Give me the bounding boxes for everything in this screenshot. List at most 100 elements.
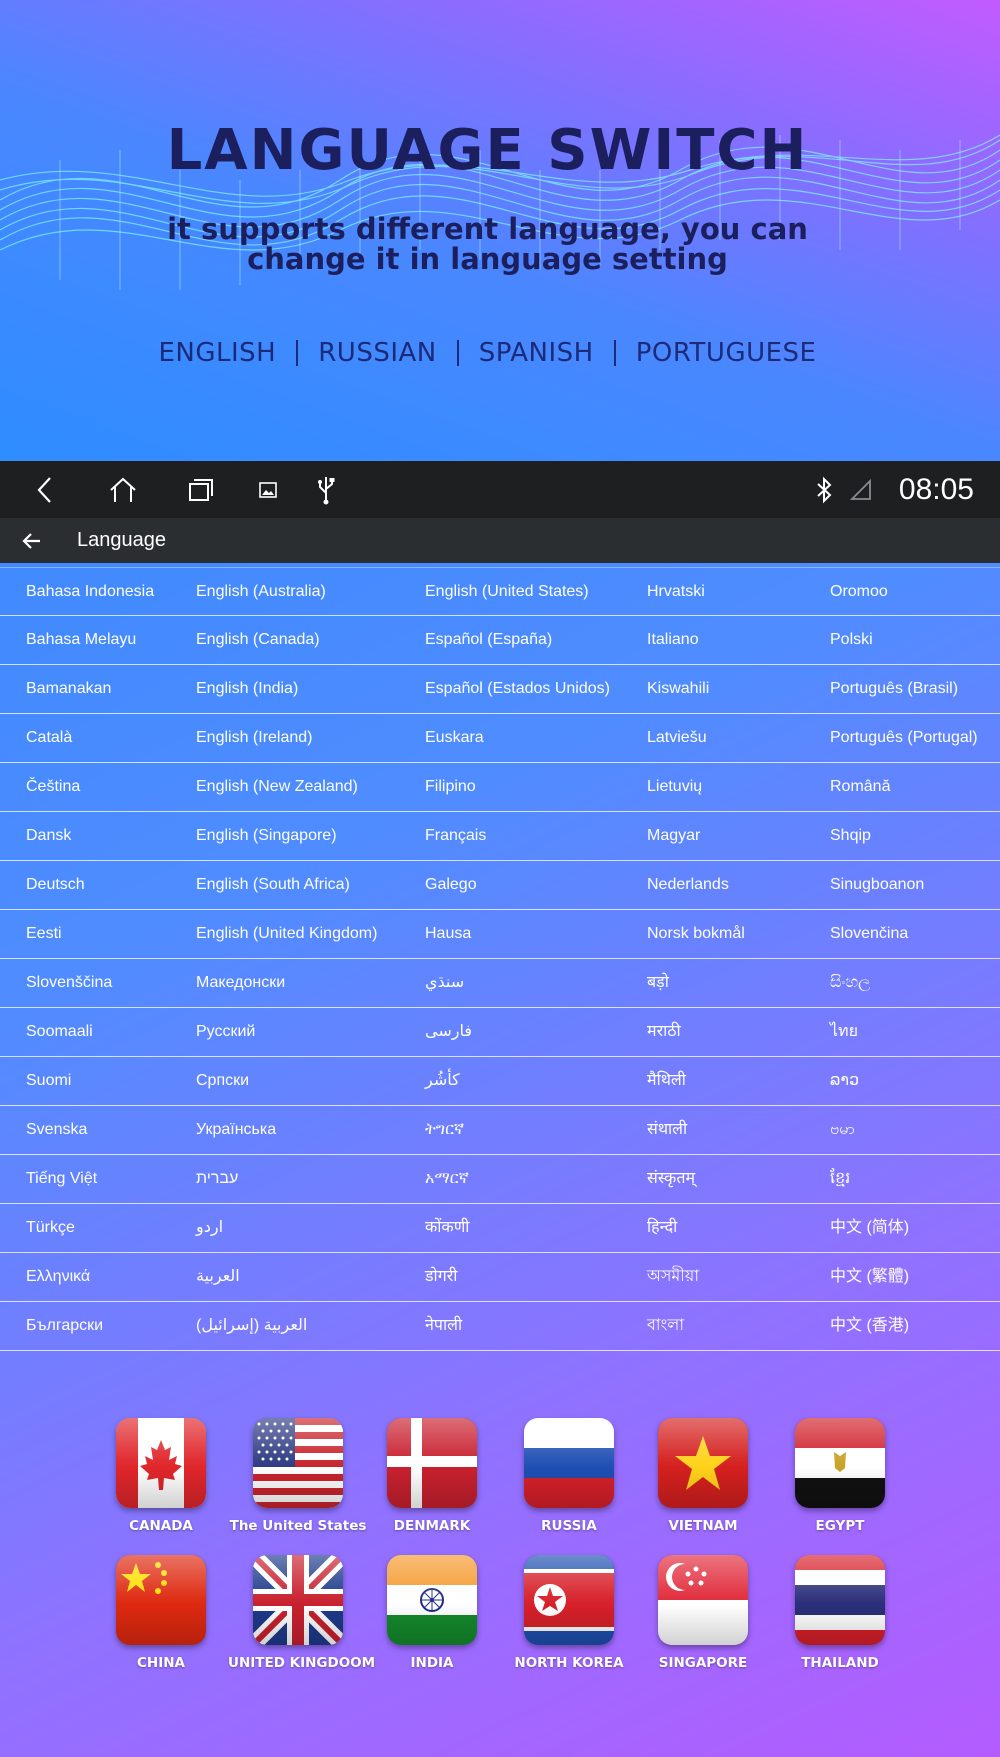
language-option[interactable]: Norsk bokmål — [647, 910, 745, 958]
language-option[interactable]: سنڌي — [425, 959, 464, 1007]
language-option[interactable]: Oromoo — [830, 568, 888, 616]
language-option[interactable]: हिन्दी — [647, 1204, 677, 1252]
flag-item-thailand: THAILAND — [770, 1555, 910, 1671]
language-option[interactable]: Galego — [425, 861, 477, 909]
language-option[interactable]: संथाली — [647, 1106, 687, 1154]
language-option[interactable]: Svenska — [26, 1106, 87, 1154]
language-option[interactable]: English (Singapore) — [196, 812, 337, 860]
language-option[interactable]: Eesti — [26, 910, 62, 958]
table-row: Tiếng Việt עברית አማርኛ संस्कृतम् ខ្មែរ — [0, 1155, 1000, 1204]
language-option[interactable]: Ελληνικά — [26, 1253, 90, 1301]
language-option[interactable]: Português (Brasil) — [830, 665, 958, 713]
arrow-back-icon[interactable] — [22, 518, 42, 563]
language-option[interactable]: العربية — [196, 1253, 240, 1301]
language-option[interactable]: Kiswahili — [647, 665, 709, 713]
language-option[interactable]: كأشُر — [425, 1057, 460, 1105]
language-option[interactable]: Dansk — [26, 812, 71, 860]
language-option[interactable]: Magyar — [647, 812, 700, 860]
language-option[interactable]: Українська — [196, 1106, 276, 1154]
language-option[interactable]: English (Canada) — [196, 616, 320, 664]
language-option[interactable]: বাংলা — [647, 1302, 684, 1350]
language-option[interactable]: 中文 (繁體) — [830, 1253, 909, 1301]
language-option[interactable]: සිංහල — [830, 959, 870, 1007]
flag-item-singapore: SINGAPORE — [633, 1555, 773, 1671]
gallery-icon[interactable] — [256, 461, 280, 518]
language-option[interactable]: Slovenčina — [830, 910, 908, 958]
language-option[interactable]: Türkçe — [26, 1204, 75, 1252]
language-option[interactable]: Српски — [196, 1057, 249, 1105]
table-row: Català English (Ireland) Euskara Latviešu Po… — [0, 714, 1000, 763]
flag-label: INDIA — [410, 1655, 454, 1671]
language-option[interactable]: اردو — [196, 1204, 223, 1252]
language-option[interactable]: Bamanakan — [26, 665, 111, 713]
language-option[interactable]: فارسی — [425, 1008, 472, 1056]
language-option[interactable]: 中文 (香港) — [830, 1302, 909, 1350]
language-option[interactable]: संस्कृतम् — [647, 1155, 695, 1203]
hero-subtitle-line1: it supports different language, you can — [167, 212, 808, 246]
language-option[interactable]: Hrvatski — [647, 568, 705, 616]
language-option[interactable]: Euskara — [425, 714, 484, 762]
language-option[interactable]: Čeština — [26, 763, 80, 811]
language-option[interactable]: Italiano — [647, 616, 699, 664]
flag-label: The United States — [229, 1518, 367, 1534]
language-option[interactable]: ລາວ — [830, 1057, 859, 1105]
language-option[interactable]: ትግርኛ — [425, 1106, 464, 1154]
language-option[interactable]: Slovenščina — [26, 959, 112, 1007]
language-option[interactable]: Русский — [196, 1008, 255, 1056]
language-option[interactable]: Polski — [830, 616, 873, 664]
table-row: Bahasa Melayu English (Canada) Español (Es… — [0, 616, 1000, 665]
language-option[interactable]: 中文 (简体) — [830, 1204, 909, 1252]
language-option[interactable]: Български — [26, 1302, 103, 1350]
language-option[interactable]: English (India) — [196, 665, 298, 713]
language-option[interactable]: ไทย — [830, 1008, 858, 1056]
language-option[interactable]: डोगरी — [425, 1253, 457, 1301]
language-option[interactable]: Hausa — [425, 910, 471, 958]
language-option[interactable]: Català — [26, 714, 72, 762]
language-option[interactable]: Sinugboanon — [830, 861, 924, 909]
language-option[interactable]: English (New Zealand) — [196, 763, 358, 811]
recent-apps-icon[interactable] — [186, 461, 216, 518]
language-option[interactable]: Latviešu — [647, 714, 707, 762]
language-option[interactable]: English (Ireland) — [196, 714, 313, 762]
language-option[interactable]: עברית — [196, 1155, 238, 1203]
language-option[interactable]: बड़ो — [647, 959, 669, 1007]
hero-language-list: ENGLISH RUSSIAN SPANISH PORTUGUESE — [0, 338, 975, 368]
language-option[interactable]: मैथिली — [647, 1057, 686, 1105]
india-flag-icon — [387, 1555, 477, 1645]
language-option[interactable]: Македонски — [196, 959, 285, 1007]
language-option[interactable]: Tiếng Việt — [26, 1155, 97, 1203]
language-option[interactable]: Nederlands — [647, 861, 729, 909]
language-option[interactable]: Bahasa Indonesia — [26, 568, 154, 616]
language-option[interactable]: English (South Africa) — [196, 861, 350, 909]
language-option[interactable]: Filipino — [425, 763, 476, 811]
language-option[interactable]: Bahasa Melayu — [26, 616, 136, 664]
language-option[interactable]: Suomi — [26, 1057, 71, 1105]
language-option[interactable]: English (United States) — [425, 568, 589, 616]
language-option[interactable]: অসমীয়া — [647, 1253, 699, 1301]
language-option[interactable]: ဗမာ — [830, 1106, 855, 1154]
language-option[interactable]: Lietuvių — [647, 763, 702, 811]
language-option[interactable]: Français — [425, 812, 486, 860]
hero-language-english: ENGLISH — [158, 338, 277, 368]
language-option[interactable]: ខ្មែរ — [830, 1155, 850, 1203]
language-option[interactable]: Português (Portugal) — [830, 714, 978, 762]
language-option[interactable]: Deutsch — [26, 861, 85, 909]
language-option[interactable]: Shqip — [830, 812, 871, 860]
back-icon[interactable] — [30, 461, 60, 518]
russia-flag-icon — [524, 1418, 614, 1508]
language-option[interactable]: Español (España) — [425, 616, 552, 664]
language-option[interactable]: मराठी — [647, 1008, 681, 1056]
language-option[interactable]: አማርኛ — [425, 1155, 469, 1203]
language-option[interactable]: Español (Estados Unidos) — [425, 665, 610, 713]
home-icon[interactable] — [106, 461, 140, 518]
flag-label: DENMARK — [393, 1518, 471, 1534]
flag-item-united-states: The United States — [228, 1418, 368, 1534]
language-option[interactable]: English (Australia) — [196, 568, 326, 616]
app-bar-title: Language — [77, 529, 166, 551]
language-option[interactable]: कोंकणी — [425, 1204, 469, 1252]
language-option[interactable]: العربية (إسرائيل) — [196, 1302, 307, 1350]
language-option[interactable]: Soomaali — [26, 1008, 93, 1056]
language-option[interactable]: English (United Kingdom) — [196, 910, 377, 958]
language-option[interactable]: नेपाली — [425, 1302, 462, 1350]
language-option[interactable]: Română — [830, 763, 890, 811]
